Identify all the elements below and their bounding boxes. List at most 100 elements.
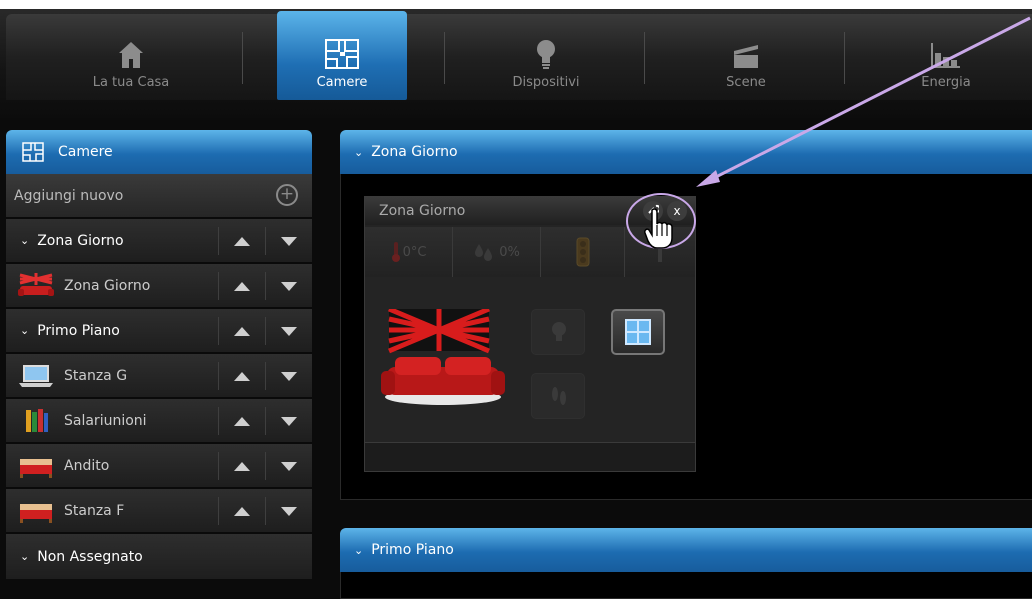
move-up-button[interactable] [218,407,265,435]
sidebar-item-andito[interactable]: Andito [6,444,312,489]
bed-icon [20,458,52,478]
sidebar-title: Camere [58,144,113,160]
nav-label: La tua Casa [92,75,170,90]
floorplan-icon [22,142,44,162]
laptop-icon [19,364,53,387]
move-up-button[interactable] [218,317,265,345]
move-up-button[interactable] [218,497,265,525]
nav-item-dispositivi[interactable]: Dispositivi [476,14,616,100]
arrow-up-icon [234,461,250,471]
move-up-button[interactable] [218,272,265,300]
rooms-sidebar: Camere Aggiungi nuovo + ⌄ Zona Giorno Zo… [6,130,312,579]
humidity-sensor[interactable]: 0% [453,227,541,277]
hand-cursor-icon [644,208,673,249]
books-icon [26,408,48,432]
chevron-down-icon: ⌄ [20,234,30,247]
humidity-value: 0% [499,244,520,260]
room-image [381,309,505,405]
nav-label: Camere [316,75,368,90]
move-down-button[interactable] [265,227,312,255]
reorder-controls [218,227,312,255]
group-label: Primo Piano [37,322,120,339]
arrow-up-icon [234,506,250,516]
arrow-down-icon [281,461,297,471]
move-down-button[interactable] [265,452,312,480]
temperature-value: 0°C [402,244,427,260]
group-label: Non Assegnato [37,548,143,565]
bed-icon [20,503,52,523]
move-up-button[interactable] [218,452,265,480]
house-icon [119,42,143,68]
arrow-up-icon [234,236,250,246]
sidebar-item-zona-giorno[interactable]: Zona Giorno [6,264,312,309]
sidebar-group-primo-piano[interactable]: ⌄ Primo Piano [6,309,312,354]
reorder-controls [218,407,312,435]
room-label: Stanza G [64,367,128,384]
reorder-controls [218,362,312,390]
reorder-controls [218,272,312,300]
chevron-down-icon: ⌄ [354,145,364,159]
move-down-button[interactable] [265,407,312,435]
room-label: Stanza F [64,502,125,519]
room-group-panel-primo-piano: ⌄ Primo Piano [340,528,1032,599]
light-toggle[interactable] [531,309,585,355]
arrow-up-icon [234,326,250,336]
nav-label: Dispositivi [512,75,580,90]
group-label: Zona Giorno [37,232,124,249]
move-down-button[interactable] [265,317,312,345]
reorder-controls [218,317,312,345]
sidebar-item-salariunioni[interactable]: Salariunioni [6,399,312,444]
room-label: Andito [64,457,110,474]
move-up-button[interactable] [218,362,265,390]
arrow-down-icon [281,416,297,426]
presence-toggle[interactable] [531,373,585,419]
chevron-down-icon: ⌄ [20,550,30,563]
add-room-label: Aggiungi nuovo [14,187,124,204]
room-label: Zona Giorno [64,277,151,294]
arrow-down-icon [281,326,297,336]
sidebar-group-zona-giorno[interactable]: ⌄ Zona Giorno [6,219,312,264]
plus-icon[interactable]: + [276,184,298,206]
panel-title: Zona Giorno [371,144,458,160]
move-down-button[interactable] [265,362,312,390]
floorplan-icon [325,39,359,69]
nav-divider [242,32,243,84]
sidebar-item-stanza-f[interactable]: Stanza F [6,489,312,534]
room-card-title: Zona Giorno [379,203,466,219]
sidebar-group-non-assegnato[interactable]: ⌄ Non Assegnato [6,534,312,579]
panel-header[interactable]: ⌄ Primo Piano [340,528,1032,572]
status-sensor[interactable] [541,227,625,277]
room-label: Salariunioni [64,412,147,429]
temperature-sensor[interactable]: 0°C [365,227,453,277]
humidity-icon [475,244,493,261]
arrow-up-icon [234,416,250,426]
nav-item-camere[interactable]: Camere [277,11,407,100]
sidebar-header: Camere [6,130,312,174]
thermometer-icon [391,242,400,262]
arrow-down-icon [281,371,297,381]
add-room-button[interactable]: Aggiungi nuovo + [6,174,312,219]
sidebar-item-stanza-g[interactable]: Stanza G [6,354,312,399]
move-down-button[interactable] [265,497,312,525]
nav-divider [644,32,645,84]
chevron-down-icon: ⌄ [20,324,30,337]
arrow-down-icon [281,506,297,516]
window-toggle[interactable] [611,309,665,355]
nav-item-la-tua-casa[interactable]: La tua Casa [46,14,216,100]
move-down-button[interactable] [265,272,312,300]
reorder-controls [218,497,312,525]
arrow-down-icon [281,281,297,291]
window-icon [625,319,651,345]
move-up-button[interactable] [218,227,265,255]
reorder-controls [218,452,312,480]
panel-title: Primo Piano [371,542,454,558]
annotation-arrow [696,16,1031,187]
lightbulb-icon [537,40,555,69]
arrow-up-icon [234,281,250,291]
lightbulb-icon [552,322,566,341]
nav-divider [444,32,445,84]
arrow-up-icon [234,371,250,381]
sofa-icon [18,272,54,296]
panel-body [340,572,1032,599]
room-card-footer [365,442,695,471]
